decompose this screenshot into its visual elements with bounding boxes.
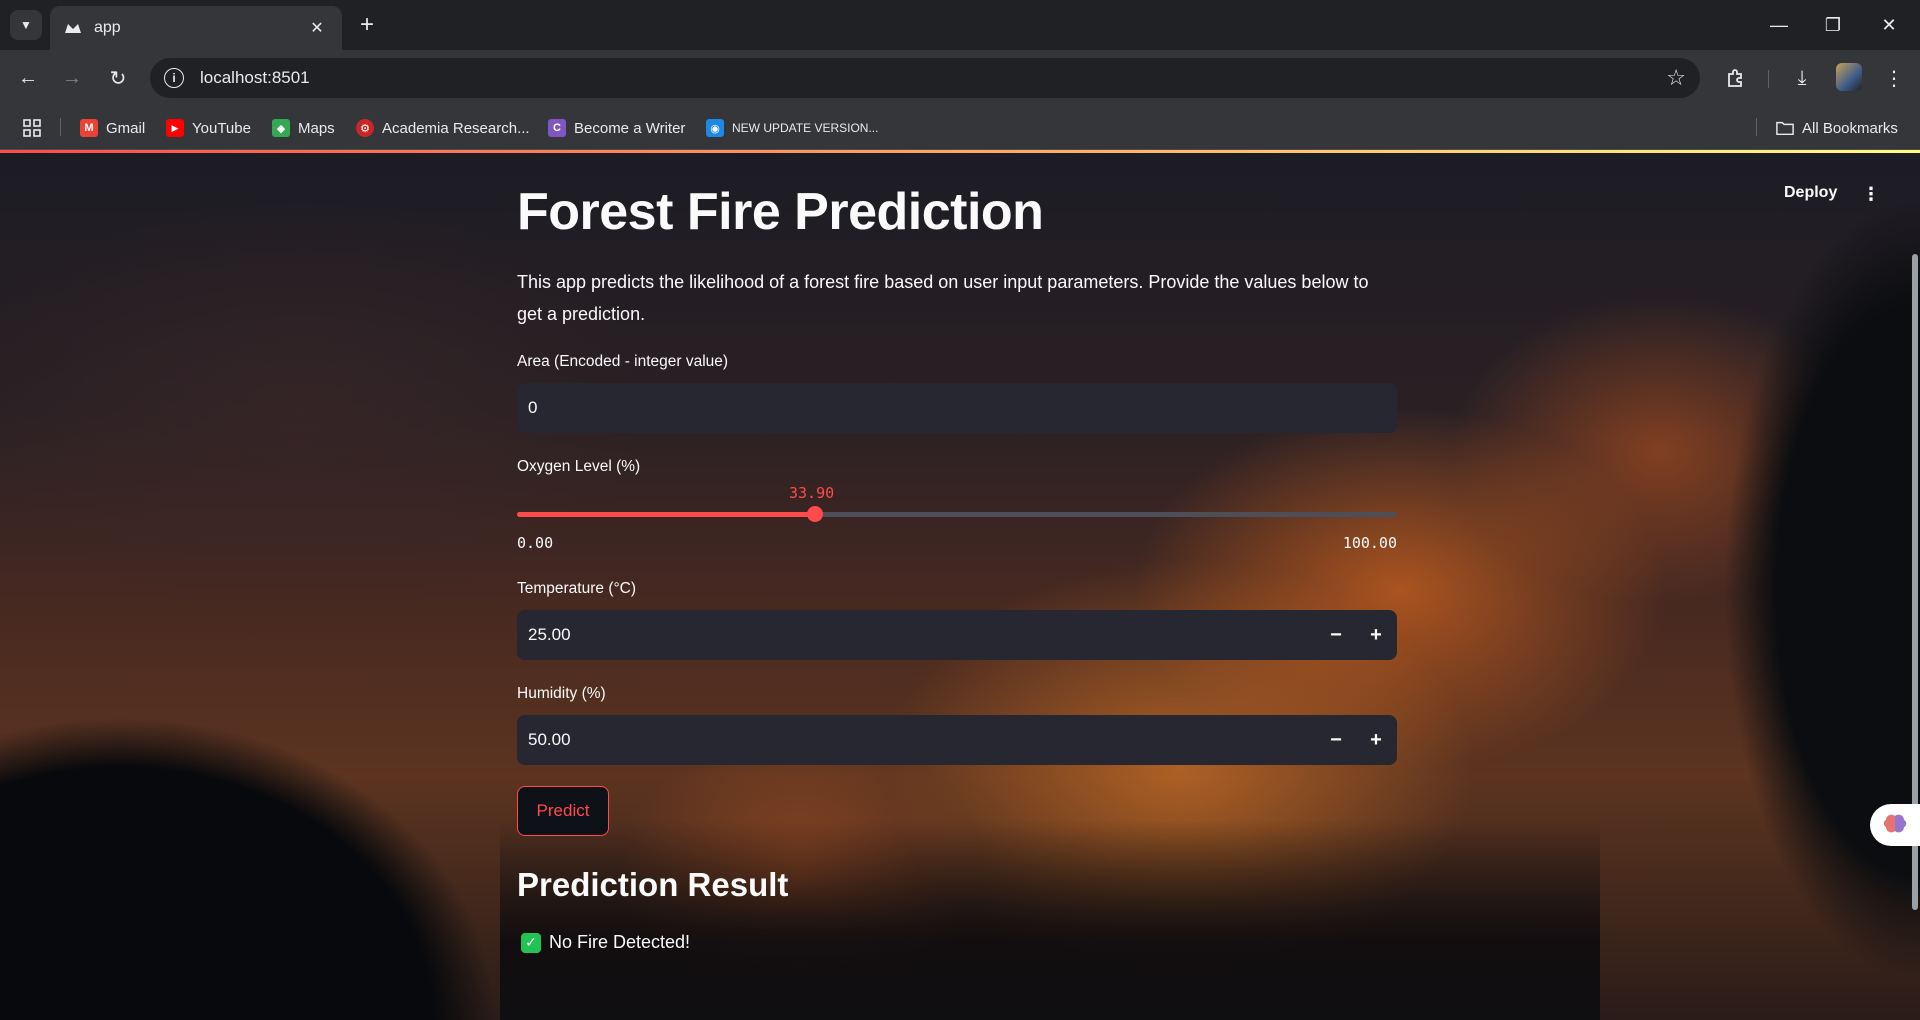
browser-tab[interactable]: app ✕: [50, 6, 342, 50]
humidity-decrement-button[interactable]: −: [1316, 716, 1356, 764]
gmail-icon: M: [80, 119, 98, 137]
streamlit-favicon-icon: [64, 19, 82, 37]
bookmark-label: Gmail: [106, 119, 146, 137]
folder-icon: [1776, 119, 1794, 137]
temperature-input[interactable]: 25.00 − +: [517, 610, 1397, 660]
bookmarks-divider: [60, 118, 61, 136]
result-text: No Fire Detected!: [549, 932, 691, 952]
restore-icon[interactable]: ❐: [1820, 12, 1846, 38]
download-icon[interactable]: ⤓: [1788, 64, 1816, 92]
academia-icon: ⚙: [356, 119, 374, 137]
oxygen-slider-thumb[interactable]: [807, 506, 823, 522]
page-title: Forest Fire Prediction: [517, 183, 1044, 241]
humidity-value: 50.00: [528, 730, 571, 749]
browser-toolbar: ← → ↻ i localhost:8501 ☆ ⤓ ⋮: [0, 50, 1920, 106]
tab-title: app: [94, 19, 121, 36]
window-close-icon[interactable]: ✕: [1876, 12, 1902, 38]
forward-arrow-icon[interactable]: →: [58, 64, 86, 92]
result-heading: Prediction Result: [517, 866, 789, 903]
oxygen-slider-fill: [517, 512, 815, 517]
oxygen-slider-value: 33.90: [789, 484, 835, 502]
area-value: 0: [528, 398, 538, 417]
all-bookmarks[interactable]: All Bookmarks: [1776, 116, 1898, 140]
temperature-value: 25.00: [528, 625, 571, 644]
bookmarks-bar: M Gmail ▶ YouTube ◆ Maps ⚙ Academia Rese…: [0, 106, 1920, 150]
area-input[interactable]: 0: [517, 383, 1397, 433]
temperature-decrement-button[interactable]: −: [1316, 611, 1356, 659]
result-message: ✓ No Fire Detected!: [521, 932, 690, 953]
extensions-icon[interactable]: [1722, 64, 1750, 92]
check-mark-icon: ✓: [521, 932, 541, 953]
temperature-label: Temperature (°C): [517, 580, 637, 597]
oxygen-slider-max: 100.00: [1342, 534, 1397, 552]
humidity-input[interactable]: 50.00 − +: [517, 715, 1397, 765]
bookmark-label: Maps: [298, 119, 335, 137]
bookmark-gmail[interactable]: M Gmail: [80, 116, 145, 140]
address-bar[interactable]: i localhost:8501 ☆: [150, 58, 1700, 98]
app-page: Deploy ⋮ Forest Fire Prediction This app…: [0, 150, 1920, 1020]
browser-menu-icon[interactable]: ⋮: [1880, 64, 1908, 92]
bookmark-label: YouTube: [192, 119, 251, 137]
background-trees-bottom: [500, 820, 1600, 1020]
temperature-increment-button[interactable]: +: [1356, 611, 1396, 659]
tab-strip: ▼ app ✕ + — ❐ ✕: [0, 0, 1920, 50]
bookmark-label: Academia Research...: [382, 119, 530, 137]
oxygen-slider-track[interactable]: [517, 512, 1397, 517]
new-tab-button[interactable]: +: [354, 11, 380, 38]
bookmark-academia[interactable]: ⚙ Academia Research...: [356, 116, 530, 140]
toolbar-divider: [1768, 70, 1769, 88]
deploy-button[interactable]: Deploy: [1784, 184, 1837, 202]
bookmark-star-icon[interactable]: ☆: [1666, 65, 1686, 91]
minimize-icon[interactable]: —: [1766, 12, 1792, 38]
area-label: Area (Encoded - integer value): [517, 353, 729, 370]
brain-extension-icon[interactable]: [1870, 804, 1920, 846]
bookmark-become-writer[interactable]: C Become a Writer: [548, 116, 685, 140]
site-info-icon[interactable]: i: [164, 68, 184, 88]
bookmark-youtube[interactable]: ▶ YouTube: [166, 116, 251, 140]
maps-icon: ◆: [272, 119, 290, 137]
writer-icon: C: [548, 119, 566, 137]
chevron-down-icon: ▼: [20, 18, 32, 32]
apps-grid-icon[interactable]: [22, 116, 42, 140]
bookmark-label: NEW UPDATE VERSION...: [732, 121, 879, 135]
back-arrow-icon[interactable]: ←: [14, 64, 42, 92]
bookmark-label: Become a Writer: [574, 119, 686, 137]
oxygen-label: Oxygen Level (%): [517, 458, 641, 475]
bookmark-new-update[interactable]: ◉ NEW UPDATE VERSION...: [706, 116, 878, 140]
app-menu-icon[interactable]: ⋮: [1862, 184, 1880, 205]
bookmark-maps[interactable]: ◆ Maps: [272, 116, 335, 140]
update-icon: ◉: [706, 119, 724, 137]
predict-button[interactable]: Predict: [517, 786, 609, 836]
all-bookmarks-label: All Bookmarks: [1802, 119, 1898, 137]
reload-icon[interactable]: ↻: [104, 64, 132, 92]
youtube-icon: ▶: [166, 119, 184, 137]
url-text: localhost:8501: [200, 68, 310, 87]
humidity-label: Humidity (%): [517, 685, 606, 702]
bookmarks-divider: [1756, 118, 1757, 136]
page-description: This app predicts the likelihood of a fo…: [517, 272, 1369, 324]
humidity-increment-button[interactable]: +: [1356, 716, 1396, 764]
profile-avatar[interactable]: [1836, 63, 1862, 91]
oxygen-slider-min: 0.00: [517, 534, 554, 552]
close-tab-icon[interactable]: ✕: [306, 17, 328, 39]
tab-search-button[interactable]: ▼: [10, 10, 42, 40]
